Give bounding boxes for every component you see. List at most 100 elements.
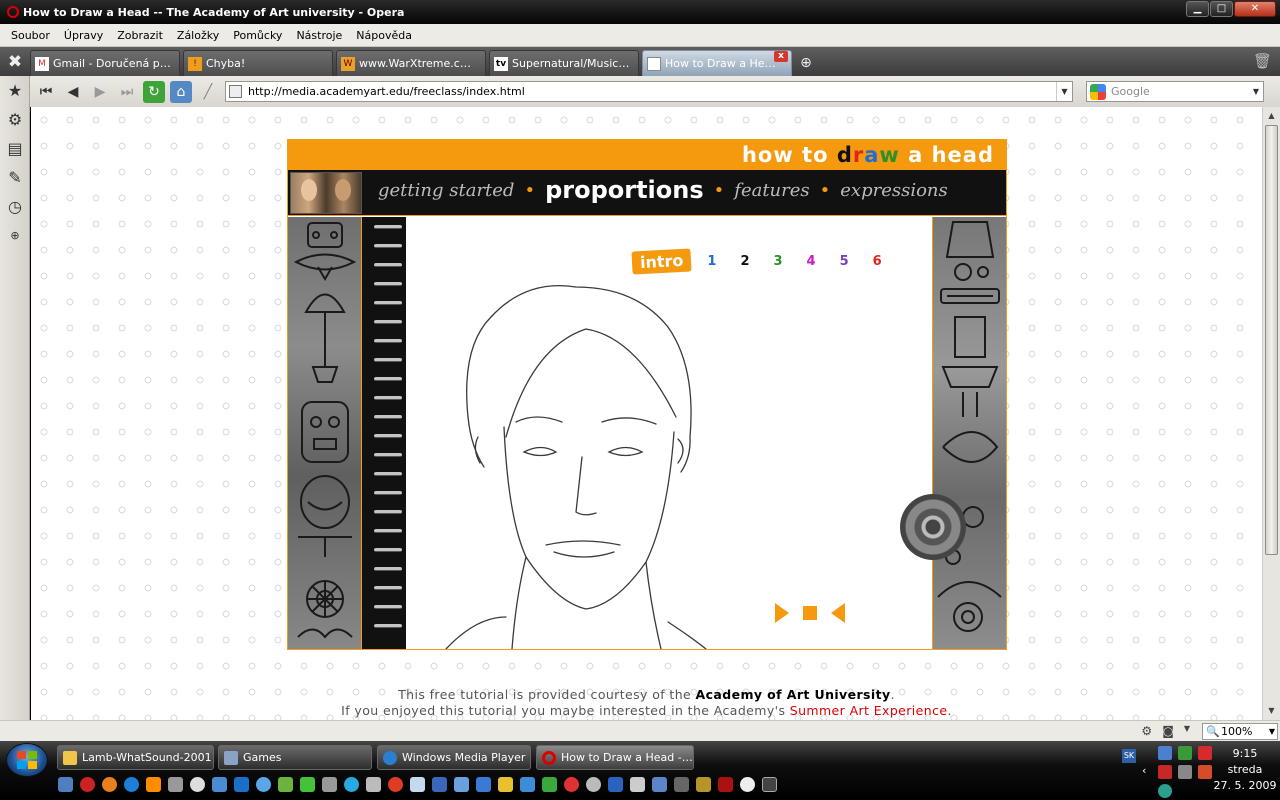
vlc-icon[interactable]	[146, 777, 161, 792]
menu-view[interactable]: Zobrazit	[110, 29, 170, 42]
academy-link[interactable]: Academy of Art University	[696, 687, 891, 702]
trash-icon[interactable]: 🗑	[1253, 52, 1272, 70]
app-icon[interactable]	[322, 777, 337, 792]
gear-icon[interactable]: ⚙	[0, 105, 30, 134]
scroll-up-icon[interactable]: ▲	[1263, 107, 1280, 125]
menu-bookmarks[interactable]: Záložky	[170, 29, 226, 42]
bookmarks-star-icon[interactable]: ★	[0, 76, 30, 105]
vertical-scrollbar[interactable]: ▲ ▼	[1262, 107, 1280, 720]
clock[interactable]: 9:15 streda 27. 5. 2009	[1212, 746, 1278, 794]
app-icon[interactable]	[630, 777, 645, 792]
app-icon[interactable]	[718, 777, 733, 792]
skype-icon[interactable]	[344, 777, 359, 792]
tab-warxtreme[interactable]: Wwww.WarXtreme.c…	[336, 50, 486, 76]
scroll-thumb[interactable]	[1265, 125, 1278, 555]
tray-expand-icon[interactable]: ‹	[1142, 764, 1146, 777]
stop-icon[interactable]	[802, 605, 818, 621]
menu-edit[interactable]: Úpravy	[57, 29, 110, 42]
taskbar-media-player[interactable]: Windows Media Player	[377, 745, 531, 770]
app-icon[interactable]	[212, 777, 227, 792]
app-icon[interactable]	[674, 777, 689, 792]
zoom-select[interactable]: 🔍 100% ▼	[1202, 723, 1278, 740]
app-icon[interactable]	[190, 777, 205, 792]
tab-supernatural[interactable]: tv Supernatural/Music…	[489, 50, 639, 76]
nav-expressions[interactable]: expressions	[840, 180, 947, 201]
tray-app-icon[interactable]	[1178, 746, 1192, 760]
menu-help[interactable]: Nápověda	[349, 29, 419, 42]
chat-icon[interactable]: ▤	[0, 134, 30, 163]
tray-app-icon[interactable]	[1198, 746, 1212, 760]
menu-file[interactable]: Soubor	[4, 29, 57, 42]
rewind-play-icon[interactable]	[830, 602, 846, 624]
menu-tools[interactable]: Nástroje	[289, 29, 349, 42]
maximize-button[interactable]: □	[1210, 1, 1233, 17]
start-button[interactable]	[6, 743, 48, 777]
nav-proportions[interactable]: proportions	[545, 176, 704, 204]
app-icon[interactable]	[476, 777, 491, 792]
play-icon[interactable]	[774, 602, 790, 624]
app-icon[interactable]	[278, 777, 293, 792]
taskbar-opera[interactable]: How to Draw a Head -…	[536, 745, 694, 770]
app-icon[interactable]	[366, 777, 381, 792]
app-icon[interactable]	[454, 777, 469, 792]
tray-app-icon[interactable]	[1198, 765, 1212, 779]
back-arrow-icon[interactable]: ◀	[62, 81, 84, 103]
search-input[interactable]: Google ▼	[1086, 81, 1264, 102]
tray-app-icon[interactable]	[1158, 784, 1172, 798]
close-tab-icon[interactable]: x	[774, 51, 788, 62]
app-icon[interactable]	[762, 777, 777, 792]
network-icon[interactable]	[1158, 746, 1172, 760]
app-icon[interactable]	[608, 777, 623, 792]
camera-icon[interactable]: ◙	[1162, 724, 1174, 738]
language-indicator[interactable]: SK	[1122, 749, 1136, 763]
app-icon[interactable]	[234, 777, 249, 792]
app-icon[interactable]	[652, 777, 667, 792]
app-icon[interactable]	[542, 777, 557, 792]
signal-icon[interactable]	[1178, 765, 1192, 779]
rewind-icon[interactable]: ⏮	[35, 81, 57, 103]
new-tab-icon[interactable]: ⊕	[795, 50, 817, 76]
close-window-button[interactable]: ✕	[1234, 1, 1276, 17]
app-icon[interactable]	[432, 777, 447, 792]
panel-toggle-icon[interactable]: ✖	[0, 47, 30, 76]
reload-icon[interactable]: ↻	[143, 80, 165, 103]
show-desktop-icon[interactable]	[58, 777, 73, 792]
chevron-down-icon[interactable]: ▼	[1249, 82, 1263, 101]
turbo-icon[interactable]: ⚙	[1141, 724, 1152, 738]
app-icon[interactable]	[740, 777, 755, 792]
chevron-down-icon[interactable]: ▼	[1056, 82, 1072, 101]
nav-getting-started[interactable]: getting started	[378, 180, 514, 201]
app-icon[interactable]	[410, 777, 425, 792]
app-icon[interactable]	[564, 777, 579, 792]
app-icon[interactable]	[520, 777, 535, 792]
home-icon[interactable]: ⌂	[170, 80, 192, 103]
forward-arrow-icon[interactable]: ▶	[89, 81, 111, 103]
scroll-down-icon[interactable]: ▼	[1263, 702, 1280, 720]
app-icon[interactable]	[168, 777, 183, 792]
url-input[interactable]: http://media.academyart.edu/freeclass/in…	[225, 81, 1073, 102]
edit-pen-icon[interactable]: ╱	[197, 81, 219, 103]
minimize-button[interactable]: ▁	[1186, 1, 1209, 17]
app-icon[interactable]	[696, 777, 711, 792]
app-icon[interactable]	[300, 777, 315, 792]
ie-icon[interactable]	[124, 777, 139, 792]
chevron-down-icon[interactable]: ▼	[1184, 724, 1190, 738]
tab-gmail[interactable]: M Gmail - Doručená p…	[30, 50, 180, 76]
opera-icon[interactable]	[80, 777, 95, 792]
nav-features[interactable]: features	[734, 180, 809, 201]
menu-widgets[interactable]: Pomůcky	[226, 29, 289, 42]
history-clock-icon[interactable]: ◷	[0, 192, 30, 221]
feed-icon[interactable]: ✎	[0, 163, 30, 192]
fast-forward-icon[interactable]: ⏭	[116, 81, 138, 103]
tray-app-icon[interactable]	[1158, 765, 1172, 779]
tab-chyba[interactable]: ! Chyba!	[183, 50, 333, 76]
tab-how-to-draw[interactable]: How to Draw a He… x	[642, 50, 792, 76]
app-icon[interactable]	[498, 777, 513, 792]
summer-art-link[interactable]: Summer Art Experience	[790, 703, 948, 718]
app-icon[interactable]	[586, 777, 601, 792]
app-icon[interactable]	[388, 777, 403, 792]
add-panel-icon[interactable]: ⊕	[0, 221, 30, 250]
taskbar-folder-lamb[interactable]: Lamb-WhatSound-2001	[57, 745, 214, 770]
app-icon[interactable]	[256, 777, 271, 792]
firefox-icon[interactable]	[102, 777, 117, 792]
